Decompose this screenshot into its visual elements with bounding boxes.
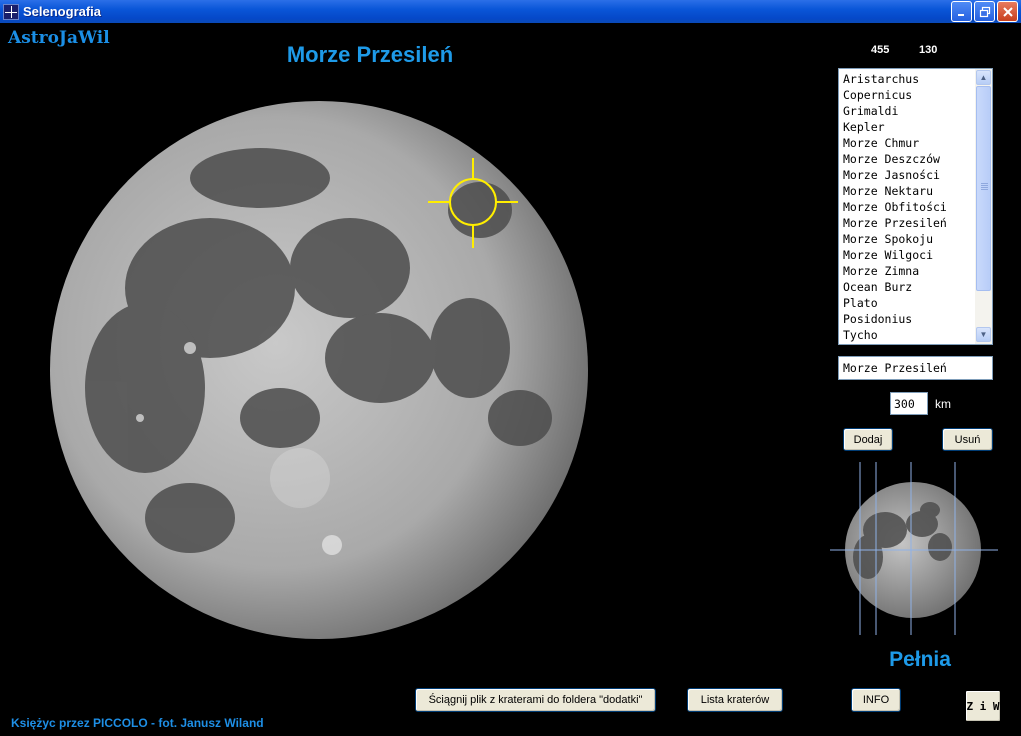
list-item[interactable]: Morze Jasności [843, 167, 947, 183]
title-bar: Selenografia [0, 0, 1021, 23]
list-item[interactable]: Morze Chmur [843, 135, 947, 151]
list-item[interactable]: Morze Nektaru [843, 183, 947, 199]
ziw-button[interactable]: Z i W [964, 689, 1002, 723]
list-item[interactable]: Aristarchus [843, 71, 947, 87]
window-title: Selenografia [23, 4, 102, 19]
close-icon[interactable] [997, 1, 1018, 22]
info-button[interactable]: INFO [851, 688, 901, 712]
add-button[interactable]: Dodaj [843, 428, 893, 451]
list-item[interactable]: Morze Spokoju [843, 231, 947, 247]
remove-button[interactable]: Usuń [942, 428, 993, 451]
crater-list: Aristarchus Copernicus Grimaldi Kepler M… [843, 71, 947, 343]
selected-name-field[interactable]: Morze Przesileń [838, 356, 993, 380]
list-item[interactable]: Morze Obfitości [843, 199, 947, 215]
scroll-thumb[interactable] [976, 86, 991, 291]
photo-credit: Księżyc przez PICCOLO - fot. Janusz Wila… [11, 716, 264, 730]
list-item[interactable]: Grimaldi [843, 103, 947, 119]
list-item[interactable]: Posidonius [843, 311, 947, 327]
list-item[interactable]: Morze Wilgoci [843, 247, 947, 263]
moon-preview-image[interactable] [830, 462, 1000, 637]
list-item[interactable]: Morze Zimna [843, 263, 947, 279]
crater-listbox[interactable]: Aristarchus Copernicus Grimaldi Kepler M… [838, 68, 993, 345]
coord-x: 455 [871, 44, 890, 56]
diameter-input[interactable]: 300 [890, 392, 928, 415]
app-crosshair-icon [3, 3, 19, 20]
list-scrollbar[interactable]: ▲ ▼ [975, 69, 992, 344]
list-item[interactable]: Ocean Burz [843, 279, 947, 295]
download-craters-button[interactable]: Ściągnij plik z kraterami do foldera "do… [415, 688, 656, 712]
scroll-down-icon[interactable]: ▼ [976, 327, 991, 342]
list-item[interactable]: Copernicus [843, 87, 947, 103]
list-item[interactable]: Morze Przesileń [843, 215, 947, 231]
crater-marker-icon [428, 158, 518, 248]
list-item[interactable]: Tycho [843, 327, 947, 343]
coord-y: 130 [919, 44, 938, 56]
scroll-up-icon[interactable]: ▲ [976, 70, 991, 85]
brand-logo: AstroJaWil [8, 28, 110, 48]
diameter-unit: km [935, 397, 951, 411]
list-item[interactable]: Plato [843, 295, 947, 311]
minimize-icon[interactable] [951, 1, 972, 22]
maximize-icon[interactable] [974, 1, 995, 22]
selected-feature-title: Morze Przesileń [286, 42, 454, 67]
list-item[interactable]: Kepler [843, 119, 947, 135]
crater-list-button[interactable]: Lista kraterów [687, 688, 783, 712]
list-item[interactable]: Morze Deszczów [843, 151, 947, 167]
moon-phase-label: Pełnia [889, 648, 951, 671]
window-controls [951, 1, 1018, 22]
